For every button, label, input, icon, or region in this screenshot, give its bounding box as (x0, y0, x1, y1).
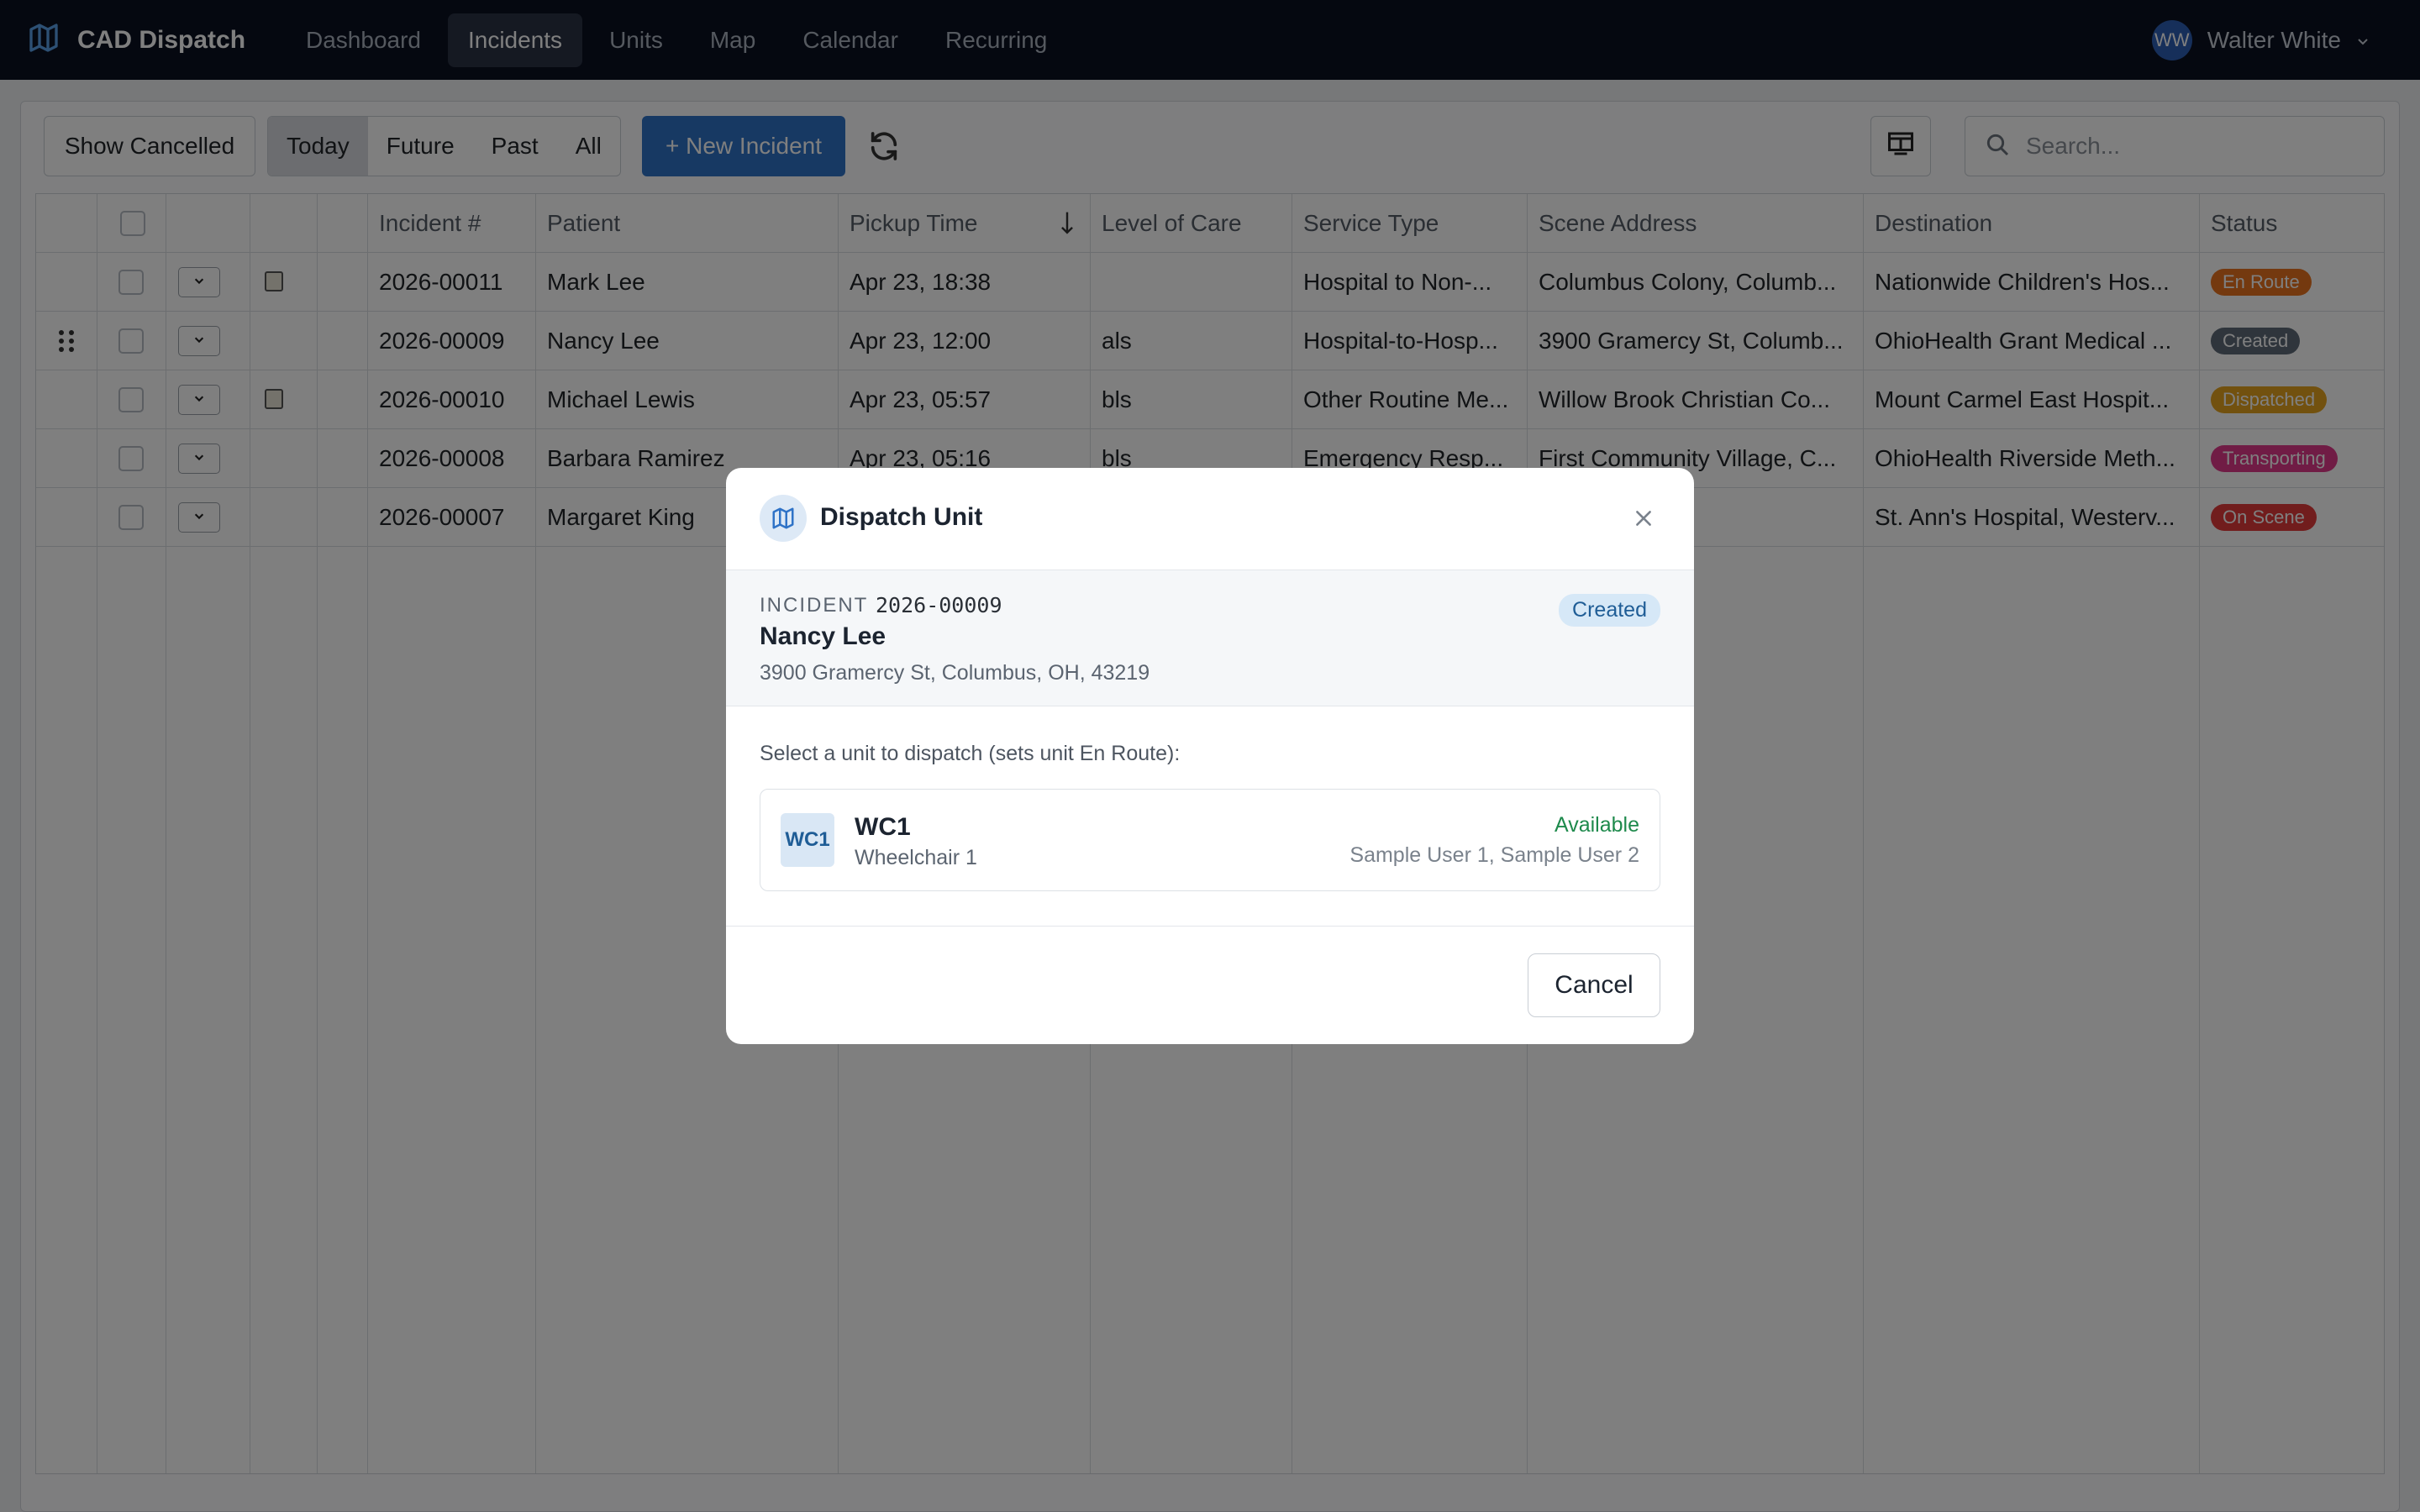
map-icon (760, 495, 807, 542)
close-icon[interactable] (1627, 501, 1660, 535)
unit-option[interactable]: WC1 WC1 Wheelchair 1 Available Sample Us… (760, 789, 1660, 891)
incident-number: 2026-00009 (876, 593, 1002, 617)
incident-summary: INCIDENT 2026-00009 Nancy Lee 3900 Grame… (726, 570, 1694, 706)
unit-name: WC1 (855, 813, 911, 841)
incident-label: INCIDENT (760, 594, 869, 617)
unit-type: Wheelchair 1 (855, 846, 977, 869)
unit-code: WC1 (781, 813, 834, 867)
modal-title: Dispatch Unit (820, 503, 983, 531)
patient-name: Nancy Lee (760, 622, 886, 650)
unit-status: Available (1554, 813, 1639, 837)
modal-footer-divider (726, 926, 1694, 927)
unit-crew: Sample User 1, Sample User 2 (1349, 843, 1639, 867)
status-badge: Created (1559, 594, 1660, 627)
modal-header: Dispatch Unit (726, 468, 1694, 570)
incident-address: 3900 Gramercy St, Columbus, OH, 43219 (760, 661, 1150, 685)
cancel-button[interactable]: Cancel (1528, 953, 1660, 1017)
unit-select-prompt: Select a unit to dispatch (sets unit En … (760, 742, 1181, 765)
dispatch-unit-modal: Dispatch Unit INCIDENT 2026-00009 Nancy … (726, 468, 1694, 1044)
